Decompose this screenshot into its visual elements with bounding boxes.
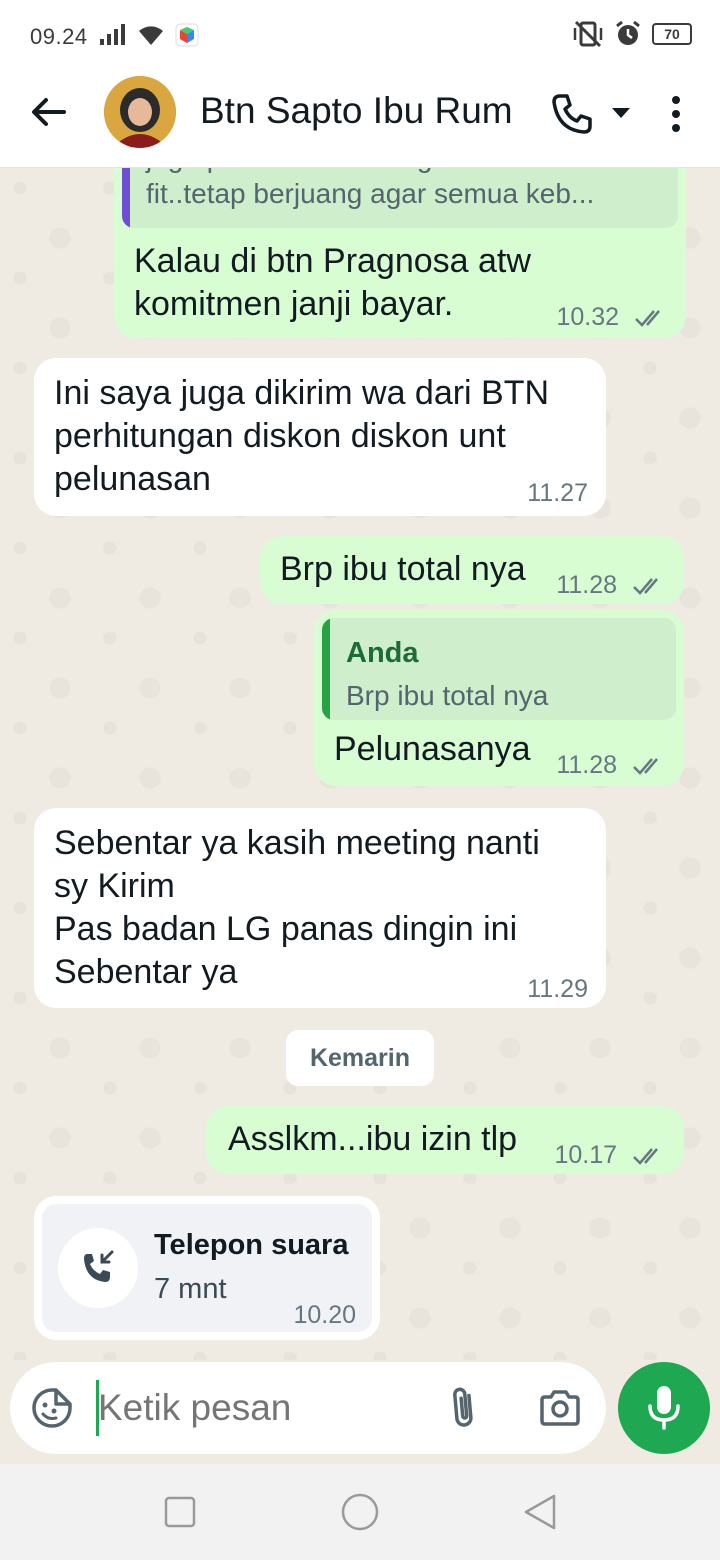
attach-icon[interactable] [446, 1384, 482, 1432]
message-text-line: Kalau di btn Pragnosa atw [134, 242, 531, 280]
message-time: 10.17 [554, 1141, 618, 1169]
message-time: 10.32 [556, 303, 620, 331]
read-ticks-icon [633, 578, 658, 596]
back-arrow-icon[interactable] [28, 92, 68, 132]
system-nav-bar [0, 1464, 720, 1560]
message-time: 10.20 [293, 1301, 356, 1329]
call-dropdown-icon[interactable] [608, 100, 634, 126]
call-icon-circle [58, 1228, 138, 1308]
wifi-icon [139, 26, 163, 45]
app-notification-icon [175, 23, 199, 47]
message-time: 11.28 [556, 751, 618, 779]
message-text-line: Pelunasanya [334, 730, 531, 768]
message-input[interactable] [98, 1380, 418, 1436]
date-separator: Kemarin [286, 1030, 434, 1086]
chat-area[interactable]: juga pak walan sedang TDK fit..tetap ber… [0, 168, 720, 1360]
message-outgoing[interactable]: Asslkm...ibu izin tlp 10.17 [206, 1106, 684, 1174]
message-text-line: Pas badan LG panas dingin ini [54, 910, 518, 948]
message-outgoing[interactable]: Brp ibu total nya 11.28 [260, 536, 684, 604]
call-title: Telepon suara [154, 1229, 349, 1261]
message-text-line: pelunasan [54, 460, 211, 498]
quoted-message[interactable]: juga pak walan sedang TDK fit..tetap ber… [122, 168, 678, 228]
battery-indicator: 70 [652, 23, 692, 45]
quoted-text-line: Brp ibu total nya [346, 680, 549, 711]
call-duration: 7 mnt [154, 1273, 227, 1305]
quote-bar [322, 618, 330, 720]
message-text-line: Asslkm...ibu izin tlp [228, 1120, 518, 1158]
camera-icon[interactable] [538, 1388, 582, 1428]
message-outgoing[interactable]: juga pak walan sedang TDK fit..tetap ber… [114, 168, 686, 338]
message-input-container[interactable] [10, 1362, 606, 1454]
voice-call-icon[interactable] [548, 90, 596, 138]
message-text-line: Ini saya juga dikirim wa dari BTN [54, 374, 550, 412]
call-message[interactable]: Telepon suara 7 mnt 10.20 [34, 1196, 380, 1340]
quoted-text-line: fit..tetap berjuang agar semua keb... [146, 178, 595, 209]
microphone-icon [648, 1386, 680, 1430]
back-triangle-icon[interactable] [520, 1492, 560, 1532]
message-incoming[interactable]: Ini saya juga dikirim wa dari BTN perhit… [34, 358, 606, 516]
contact-avatar[interactable] [104, 76, 176, 148]
status-bar: 09.24 70 [0, 0, 720, 70]
alarm-icon [616, 20, 640, 45]
signal-icon [100, 24, 125, 45]
recents-square-icon[interactable] [162, 1494, 198, 1530]
message-text-line: Brp ibu total nya [280, 550, 526, 588]
message-text-line: perhitungan diskon diskon unt [54, 417, 506, 455]
status-time: 09.24 [30, 24, 88, 49]
message-text-line: Sebentar ya kasih meeting nanti [54, 824, 540, 862]
incoming-call-icon [84, 1250, 114, 1282]
vibrate-off-icon [573, 20, 603, 48]
call-card[interactable]: Telepon suara 7 mnt 10.20 [42, 1204, 372, 1332]
message-time: 11.28 [556, 571, 618, 599]
more-options-icon[interactable] [660, 92, 692, 136]
read-ticks-icon [635, 310, 660, 328]
quoted-message[interactable]: Anda Brp ibu total nya [322, 618, 676, 720]
chat-header: Btn Sapto Ibu Rum [0, 70, 720, 168]
message-time: 11.29 [527, 975, 588, 1003]
quote-bar [122, 168, 130, 228]
voice-record-button[interactable] [618, 1362, 710, 1454]
message-text-line: sy Kirim [54, 867, 175, 905]
message-input-bar [0, 1360, 720, 1464]
message-incoming[interactable]: Sebentar ya kasih meeting nanti sy Kirim… [34, 808, 606, 1008]
read-ticks-icon [633, 758, 658, 776]
home-circle-icon[interactable] [340, 1492, 380, 1532]
quote-author: Anda [346, 637, 419, 669]
message-text-line: komitmen janji bayar. [134, 285, 454, 323]
message-time: 11.27 [527, 479, 588, 507]
message-outgoing[interactable]: Anda Brp ibu total nya Pelunasanya 11.28 [314, 610, 684, 786]
message-text-line: Sebentar ya [54, 953, 238, 991]
sticker-icon[interactable] [30, 1386, 74, 1430]
read-ticks-icon [633, 1148, 658, 1166]
contact-name[interactable]: Btn Sapto Ibu Rum [200, 90, 513, 132]
